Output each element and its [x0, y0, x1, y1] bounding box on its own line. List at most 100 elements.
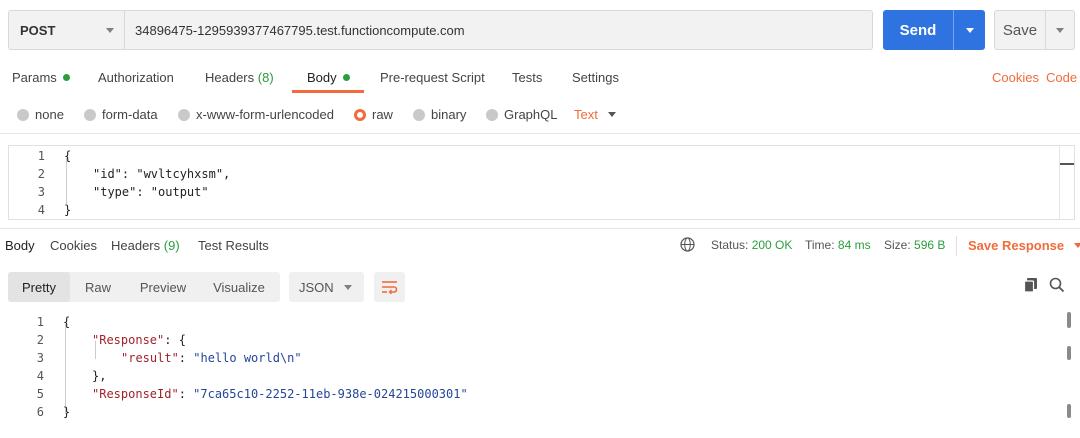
radio-none[interactable]: none — [17, 107, 64, 122]
response-status: Status: 200 OK — [711, 238, 792, 252]
radio-label: form-data — [102, 107, 158, 122]
status-dot — [62, 74, 70, 81]
raw-format-select[interactable]: Text — [574, 107, 616, 122]
code-line: "ResponseId": "7ca65c10-2252-11eb-938e-0… — [92, 387, 468, 401]
tab-label: Settings — [572, 70, 619, 85]
line-number: 3 — [36, 351, 44, 365]
request-body-editor[interactable]: 1 { 2 "id": "wvltcyhxsm", 3 "type": "output… — [8, 145, 1075, 220]
copy-icon[interactable] — [1023, 277, 1039, 293]
save-response-button[interactable]: Save Response — [968, 238, 1080, 253]
code-line: }, — [92, 369, 107, 383]
divider — [0, 133, 1080, 134]
line-number: 2 — [37, 167, 45, 181]
view-mode-raw[interactable]: Raw — [70, 272, 126, 302]
radio-form-data[interactable]: form-data — [84, 107, 158, 122]
json-string: "7ca65c10-2252-11eb-938e-024215000301" — [193, 387, 468, 401]
radio-circle — [486, 108, 498, 121]
request-tabs: Params Authorization Headers (8) Body Pr… — [0, 66, 1080, 94]
tab-label: Pre-request Script — [380, 70, 485, 85]
divider — [956, 236, 957, 256]
scrollbar-track — [1059, 146, 1060, 219]
tab-label: Headers — [111, 238, 161, 253]
method-select[interactable]: POST — [9, 11, 125, 49]
status-dot — [342, 74, 350, 81]
line-number: 4 — [37, 203, 45, 217]
size-value: 596 B — [914, 238, 946, 252]
tab-label: Authorization — [98, 70, 174, 85]
method-label: POST — [20, 22, 56, 38]
save-response-label: Save Response — [968, 238, 1065, 253]
chevron-down-icon — [106, 27, 114, 33]
scrollbar-thumb[interactable] — [1060, 163, 1074, 165]
tab-headers[interactable]: Headers (8) — [205, 70, 274, 85]
time-value: 84 ms — [837, 238, 871, 252]
send-options-button[interactable] — [953, 10, 985, 50]
json-key: "Response" — [92, 333, 165, 347]
wrap-lines-button[interactable] — [374, 272, 405, 302]
code-line: "Response": { — [92, 333, 186, 347]
radio-circle-selected — [354, 108, 366, 121]
scrollbar-thumb[interactable] — [1067, 312, 1071, 328]
globe-icon[interactable] — [680, 237, 695, 252]
line-number: 4 — [36, 369, 44, 383]
response-body-viewer[interactable]: 1 { 2 "Response": { 3 "result": "hello worl… — [8, 312, 1075, 424]
tab-settings[interactable]: Settings — [572, 70, 619, 85]
view-mode-pretty[interactable]: Pretty — [8, 272, 70, 302]
body-type-group: none form-data x-www-form-urlencoded raw… — [0, 104, 1080, 124]
tab-body[interactable]: Body — [307, 70, 350, 85]
code-line: { — [64, 149, 72, 163]
response-tab-body[interactable]: Body — [5, 238, 35, 253]
response-tab-test-results[interactable]: Test Results — [198, 238, 269, 253]
response-tab-headers[interactable]: Headers (9) — [111, 238, 180, 253]
chevron-down-icon — [1073, 243, 1080, 248]
response-format-select[interactable]: JSON — [289, 272, 364, 302]
raw-format-label: Text — [574, 107, 598, 122]
code-line: } — [63, 405, 71, 419]
search-icon[interactable] — [1049, 277, 1065, 293]
radio-label: binary — [431, 107, 467, 122]
tab-tests[interactable]: Tests — [512, 70, 542, 85]
chevron-down-icon — [1056, 27, 1064, 33]
response-tab-cookies[interactable]: Cookies — [50, 238, 97, 253]
tab-params[interactable]: Params — [12, 70, 70, 85]
radio-circle — [178, 108, 190, 121]
wrap-lines-icon — [382, 281, 398, 294]
chevron-down-icon — [965, 27, 974, 33]
radio-raw[interactable]: raw — [354, 107, 393, 122]
tab-pre-request-script[interactable]: Pre-request Script — [380, 70, 485, 85]
request-url-bar: POST 34896475-1295939377467795.test.func… — [8, 10, 873, 50]
cookies-link[interactable]: Cookies — [992, 70, 1039, 85]
send-label: Send — [899, 21, 937, 39]
json-key: "ResponseId" — [92, 387, 179, 401]
save-button[interactable]: Save — [994, 10, 1075, 50]
tab-count: (8) — [257, 70, 274, 85]
chevron-down-icon — [344, 284, 352, 290]
time-label: Time: — [805, 238, 835, 252]
line-number: 6 — [36, 405, 44, 419]
scrollbar-thumb[interactable] — [1067, 404, 1071, 418]
save-label: Save — [1002, 21, 1038, 39]
view-mode-visualize[interactable]: Visualize — [200, 272, 278, 302]
tab-authorization[interactable]: Authorization — [98, 70, 174, 85]
scrollbar-thumb[interactable] — [1067, 346, 1071, 360]
url-input[interactable]: 34896475-1295939377467795.test.functionc… — [125, 11, 872, 49]
code-line: } — [64, 203, 72, 217]
code-line: "id": "wvltcyhxsm", — [93, 167, 231, 181]
tab-label: Headers — [205, 70, 255, 85]
response-format-label: JSON — [299, 279, 334, 295]
code-link[interactable]: Code — [1046, 70, 1077, 85]
radio-circle — [84, 108, 96, 121]
response-tabs: Body Cookies Headers (9) Test Results St… — [0, 236, 1080, 258]
divider — [0, 228, 1080, 229]
code-line: "result": "hello world\n" — [121, 351, 302, 365]
send-button[interactable]: Send — [883, 10, 985, 50]
status-label: Status: — [711, 238, 749, 252]
radio-graphql[interactable]: GraphQL — [486, 107, 557, 122]
view-mode-preview[interactable]: Preview — [126, 272, 200, 302]
line-number: 2 — [36, 333, 44, 347]
radio-x-www-form-urlencoded[interactable]: x-www-form-urlencoded — [178, 107, 334, 122]
save-options-button[interactable] — [1045, 11, 1074, 49]
json-key: "result" — [121, 351, 179, 365]
radio-binary[interactable]: binary — [413, 107, 466, 122]
radio-circle — [413, 108, 425, 121]
